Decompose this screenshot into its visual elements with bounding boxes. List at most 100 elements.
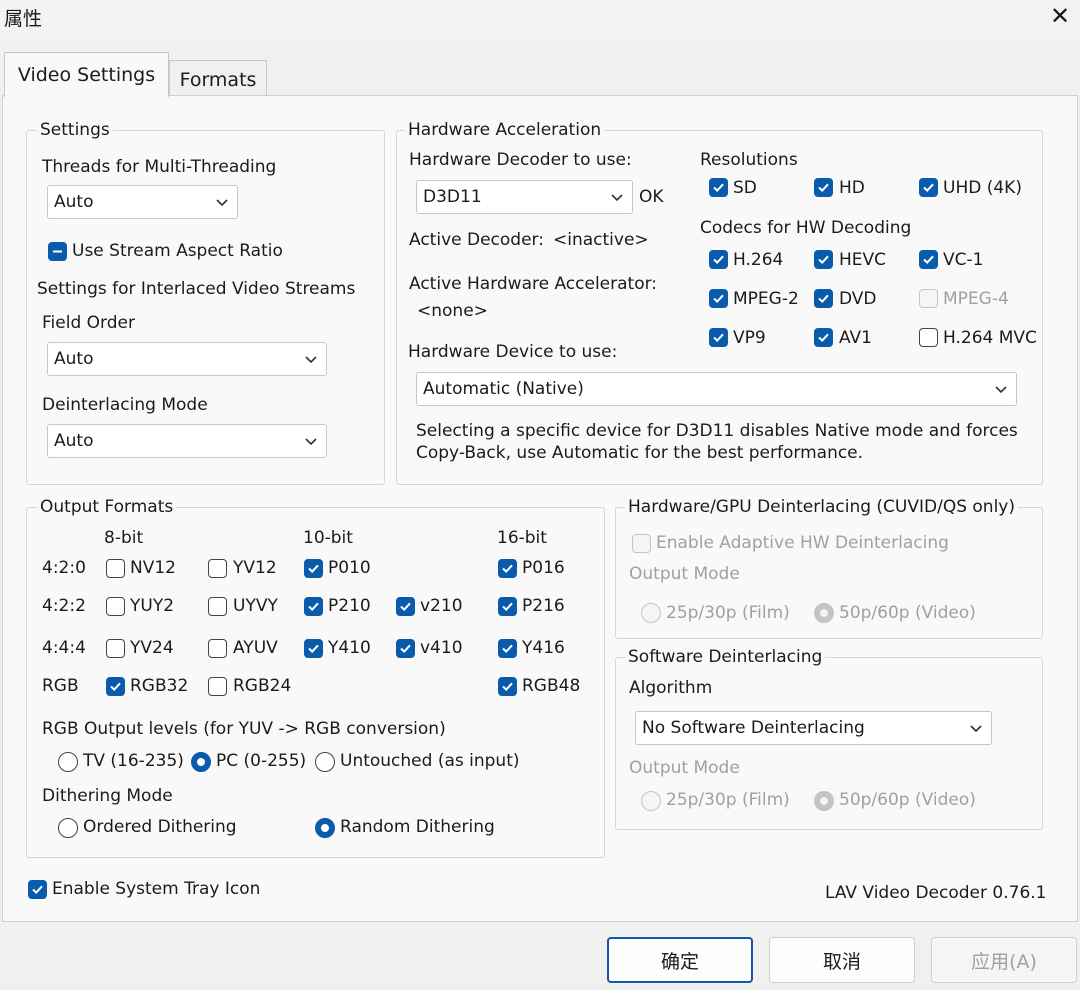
field-order-select[interactable]: Auto (47, 342, 327, 376)
codec-vp9-checkbox[interactable] (709, 328, 728, 347)
threads-value: Auto (54, 192, 94, 212)
check-icon (818, 183, 829, 193)
codec-mpeg4-checkbox (919, 289, 938, 308)
ok-button[interactable]: 确定 (607, 937, 753, 983)
codec-dvd-checkbox[interactable] (814, 289, 833, 308)
fmt-rgb32-checkbox[interactable] (106, 677, 125, 696)
fmt-nv12-checkbox[interactable] (106, 559, 125, 578)
active-accel-label: Active Hardware Accelerator: (409, 274, 658, 294)
cancel-button[interactable]: 取消 (769, 937, 915, 983)
col-8bit-label: 8-bit (104, 528, 144, 548)
check-icon (818, 333, 829, 343)
fmt-yv24-label: YV24 (130, 638, 174, 658)
fmt-y410-label: Y410 (328, 638, 371, 658)
fmt-p016-label: P016 (522, 558, 565, 578)
rgb-pc-label: PC (0-255) (216, 751, 307, 771)
rgb-untouched-label: Untouched (as input) (340, 751, 520, 771)
sw-deint-algorithm-select[interactable]: No Software Deinterlacing (635, 711, 992, 745)
deint-mode-label: Deinterlacing Mode (42, 395, 208, 415)
check-icon (713, 255, 724, 265)
codec-vc1-checkbox[interactable] (919, 250, 938, 269)
res-uhd-checkbox[interactable] (919, 178, 938, 197)
fmt-p210-label: P210 (328, 596, 371, 616)
codec-h264-checkbox[interactable] (709, 250, 728, 269)
fmt-v210-checkbox[interactable] (396, 597, 415, 616)
rgb-tv-radio[interactable] (58, 752, 78, 772)
fmt-yuy2-label: YUY2 (130, 596, 175, 616)
sw-deint-algorithm-label: Algorithm (629, 678, 713, 698)
codec-h264-label: H.264 (733, 250, 784, 270)
sw-deint-video-radio (814, 791, 834, 811)
fmt-yv24-checkbox[interactable] (106, 639, 125, 658)
check-icon (502, 564, 513, 574)
row-444-label: 4:4:4 (42, 638, 86, 658)
stream-aspect-checkbox[interactable] (48, 242, 67, 261)
codecs-label: Codecs for HW Decoding (700, 218, 912, 238)
chevron-down-icon (995, 386, 1007, 394)
deint-mode-value: Auto (54, 431, 94, 451)
fmt-p010-checkbox[interactable] (304, 559, 323, 578)
res-hd-checkbox[interactable] (814, 178, 833, 197)
res-sd-checkbox[interactable] (709, 178, 728, 197)
res-hd-label: HD (839, 178, 865, 198)
fmt-yuy2-checkbox[interactable] (106, 597, 125, 616)
fmt-p010-label: P010 (328, 558, 371, 578)
deint-mode-select[interactable]: Auto (47, 424, 327, 458)
fmt-p016-checkbox[interactable] (498, 559, 517, 578)
fmt-rgb24-label: RGB24 (233, 676, 292, 696)
fmt-uyvy-checkbox[interactable] (208, 597, 227, 616)
chevron-down-icon (216, 199, 228, 207)
tray-icon-checkbox[interactable] (28, 880, 47, 899)
fmt-ayuv-checkbox[interactable] (208, 639, 227, 658)
tab-formats[interactable]: Formats (169, 60, 267, 99)
sw-deint-group-label: Software Deinterlacing (625, 647, 826, 667)
hw-deint-enable-label: Enable Adaptive HW Deinterlacing (656, 533, 949, 553)
active-accel-value: <none> (417, 301, 488, 321)
codec-av1-checkbox[interactable] (814, 328, 833, 347)
close-icon[interactable]: ✕ (1048, 2, 1072, 30)
check-icon (713, 183, 724, 193)
dither-random-radio[interactable] (315, 818, 335, 838)
codec-h264mvc-label: H.264 MVC (943, 328, 1037, 348)
fmt-p210-checkbox[interactable] (304, 597, 323, 616)
fmt-y410-checkbox[interactable] (304, 639, 323, 658)
check-icon (923, 183, 934, 193)
fmt-rgb24-checkbox[interactable] (208, 677, 227, 696)
check-icon (502, 682, 513, 692)
hw-device-select[interactable]: Automatic (Native) (416, 372, 1017, 406)
sw-deint-film-label: 25p/30p (Film) (666, 790, 790, 810)
codec-h264mvc-checkbox[interactable] (919, 328, 938, 347)
check-icon (32, 885, 43, 895)
fmt-p216-checkbox[interactable] (498, 597, 517, 616)
codec-mpeg2-checkbox[interactable] (709, 289, 728, 308)
codec-av1-label: AV1 (839, 328, 872, 348)
rgb-untouched-radio[interactable] (315, 752, 335, 772)
fmt-rgb48-label: RGB48 (522, 676, 581, 696)
codec-vc1-label: VC-1 (943, 250, 984, 270)
hw-decoder-value: D3D11 (423, 187, 482, 207)
window-title: 属性 (4, 8, 43, 30)
fmt-y416-checkbox[interactable] (498, 639, 517, 658)
fmt-uyvy-label: UYVY (233, 596, 278, 616)
codec-hevc-checkbox[interactable] (814, 250, 833, 269)
sw-deint-video-label: 50p/60p (Video) (839, 790, 976, 810)
fmt-v210-label: v210 (420, 596, 463, 616)
codec-vp9-label: VP9 (733, 328, 766, 348)
tray-icon-label: Enable System Tray Icon (52, 879, 261, 899)
check-icon (400, 644, 411, 654)
fmt-yv12-checkbox[interactable] (208, 559, 227, 578)
row-rgb-label: RGB (42, 676, 79, 696)
hw-accel-group-label: Hardware Acceleration (405, 120, 605, 140)
fmt-v410-checkbox[interactable] (396, 639, 415, 658)
check-icon (713, 294, 724, 304)
hw-decoder-select[interactable]: D3D11 (416, 180, 633, 214)
fmt-rgb48-checkbox[interactable] (498, 677, 517, 696)
tab-video-settings[interactable]: Video Settings (4, 52, 169, 97)
hw-deint-film-label: 25p/30p (Film) (666, 603, 790, 623)
check-icon (308, 602, 319, 612)
codec-mpeg2-label: MPEG-2 (733, 289, 799, 309)
dither-ordered-radio[interactable] (58, 818, 78, 838)
hw-deint-enable-checkbox (632, 534, 651, 553)
threads-select[interactable]: Auto (47, 185, 238, 219)
rgb-pc-radio[interactable] (191, 752, 211, 772)
